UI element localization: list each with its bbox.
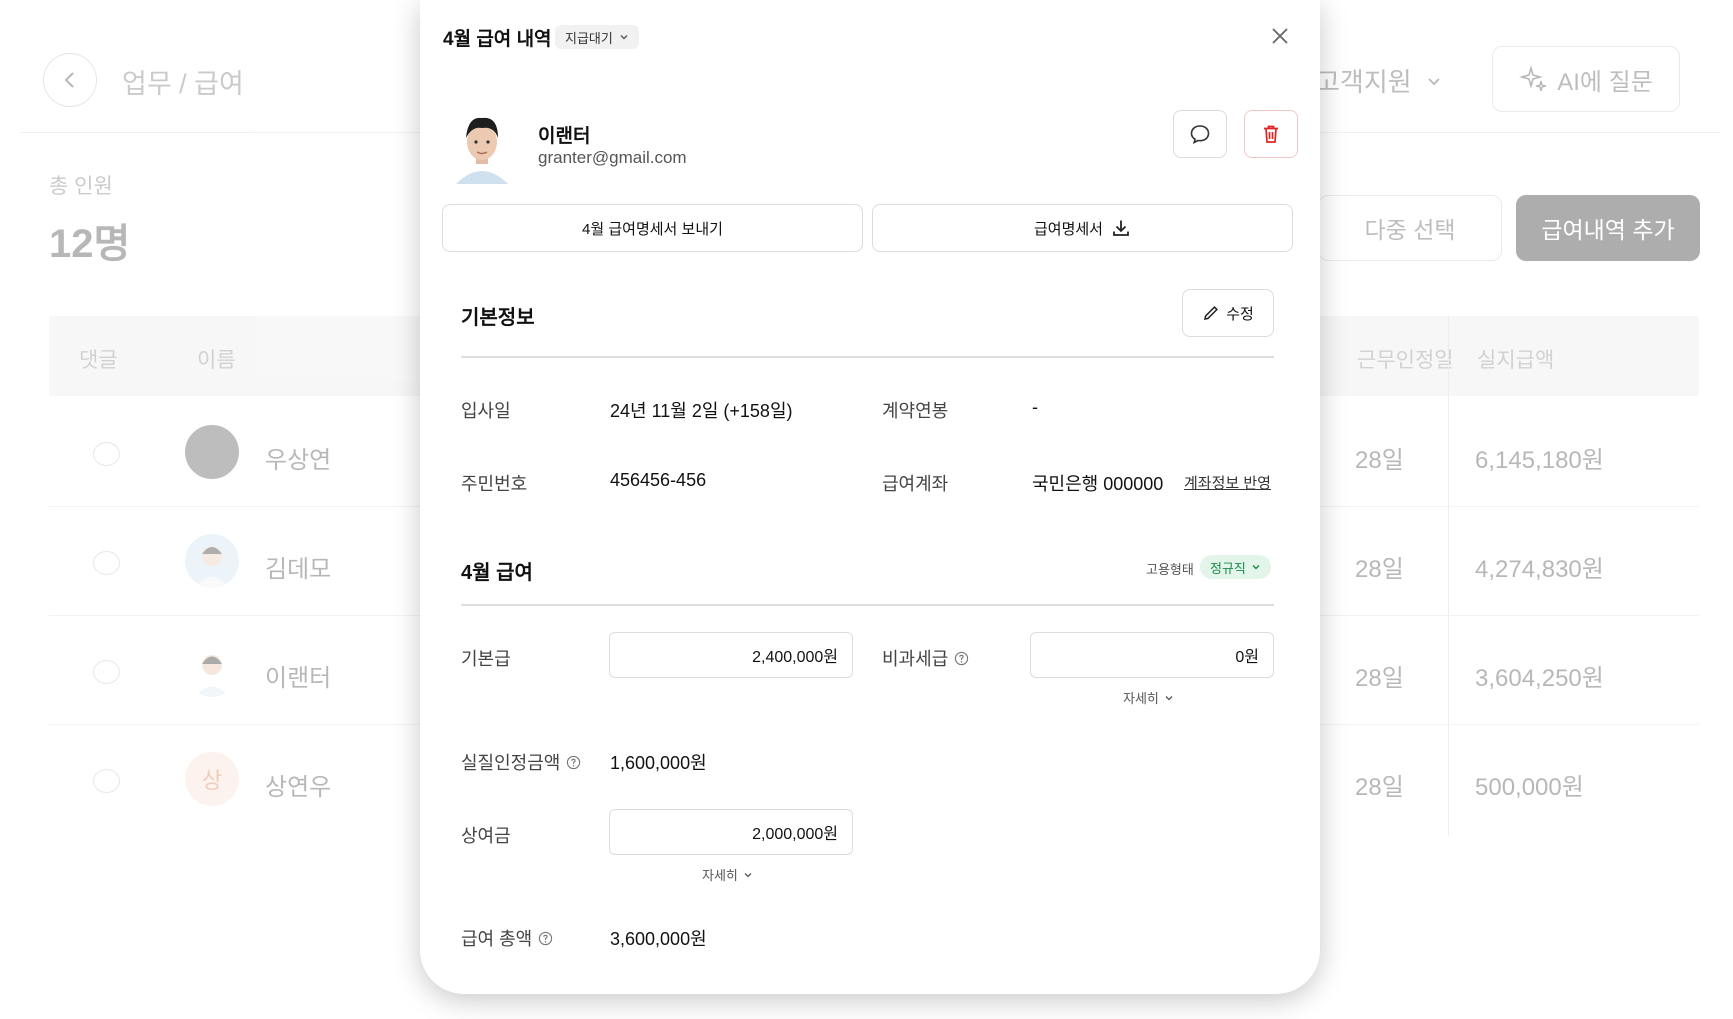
comment-icon[interactable] — [93, 551, 120, 575]
base-pay-input[interactable]: 2,400,000원 — [609, 632, 853, 678]
hire-date-label: 입사일 — [461, 401, 511, 421]
sparkle-icon — [1519, 65, 1547, 92]
work-days: 28일 — [1355, 447, 1404, 474]
comment-icon[interactable] — [93, 660, 120, 684]
total-pay-label-text: 급여 총액 — [461, 929, 533, 949]
edit-button[interactable]: 수정 — [1182, 289, 1274, 337]
chevron-left-icon — [64, 72, 74, 88]
section-divider — [461, 604, 1274, 606]
salary-account-value: 국민은행 000000 — [1032, 474, 1164, 494]
employee-name: 이랜터 — [538, 126, 591, 147]
comment-icon[interactable] — [93, 769, 120, 793]
nontax-input[interactable]: 0원 — [1030, 632, 1274, 678]
contract-salary-value: - — [1032, 397, 1038, 417]
chevron-down-icon — [1252, 565, 1260, 570]
base-pay-label: 기본급 — [461, 649, 511, 669]
employee-name: 김데모 — [265, 556, 332, 583]
person-icon — [195, 546, 229, 588]
work-days: 28일 — [1355, 774, 1404, 801]
modal-title: 4월 급여 내역 — [443, 29, 552, 50]
avatar — [185, 425, 239, 479]
resident-number-label: 주민번호 — [461, 474, 528, 494]
help-icon[interactable] — [954, 651, 969, 666]
download-payslip-button[interactable]: 급여명세서 — [872, 204, 1293, 252]
total-pay-value: 3,600,000원 — [610, 929, 707, 949]
bonus-detail-toggle[interactable]: 자세히 — [702, 865, 753, 884]
employment-type-value: 정규직 — [1210, 560, 1246, 576]
multi-select-button[interactable]: 다중 선택 — [1318, 195, 1502, 261]
salary-account-label: 급여계좌 — [882, 474, 949, 494]
basic-info-title: 기본정보 — [461, 307, 535, 329]
chevron-down-icon — [744, 872, 752, 877]
back-button[interactable] — [43, 53, 97, 107]
chevron-down-icon — [620, 35, 628, 40]
payroll-detail-modal: 4월 급여 내역 지급대기 이랜터 granter@gmail.com 4월 급… — [420, 0, 1320, 994]
net-pay: 6,145,180원 — [1475, 447, 1604, 474]
net-pay: 4,274,830원 — [1475, 556, 1604, 583]
close-icon[interactable] — [1268, 24, 1292, 48]
actual-amount-value: 1,600,000원 — [610, 753, 707, 773]
total-pay-label: 급여 총액 — [461, 925, 553, 951]
section-divider — [461, 356, 1274, 358]
salary-section-title: 4월 급여 — [461, 562, 533, 584]
work-days: 28일 — [1355, 665, 1404, 692]
column-name: 이름 — [197, 349, 236, 372]
net-pay: 500,000원 — [1475, 774, 1584, 801]
work-days: 28일 — [1355, 556, 1404, 583]
avatar — [185, 643, 239, 697]
send-payslip-label: 4월 급여명세서 보내기 — [582, 220, 723, 238]
avatar — [185, 534, 239, 588]
employment-type-dropdown[interactable]: 정규직 — [1200, 555, 1271, 579]
contract-salary-label: 계약연봉 — [882, 401, 949, 421]
detail-label: 자세히 — [702, 868, 738, 883]
trash-icon — [1264, 125, 1278, 143]
employee-avatar — [450, 108, 514, 184]
download-payslip-label: 급여명세서 — [1033, 220, 1103, 238]
person-icon — [195, 655, 229, 697]
bonus-input[interactable]: 2,000,000원 — [609, 809, 853, 855]
delete-button[interactable] — [1244, 110, 1298, 158]
net-pay: 3,604,250원 — [1475, 665, 1604, 692]
help-icon[interactable] — [538, 931, 553, 946]
resident-number-value: 456456-456 — [610, 470, 707, 490]
support-menu[interactable]: 고객지원 — [1316, 62, 1442, 99]
nontax-detail-toggle[interactable]: 자세히 — [1123, 688, 1174, 707]
employment-type-label: 고용형태 — [1146, 562, 1194, 577]
nontax-label-text: 비과세급 — [882, 649, 949, 669]
column-comment: 댓글 — [79, 349, 118, 372]
apply-account-link[interactable]: 계좌정보 반영 — [1184, 472, 1271, 493]
employee-email: granter@gmail.com — [538, 148, 687, 167]
column-work-days: 근무인정일 — [1357, 349, 1454, 372]
actual-amount-label-text: 실질인정금액 — [461, 753, 561, 773]
ai-question-button[interactable]: AI에 질문 — [1492, 46, 1680, 112]
hire-date-value: 24년 11월 2일 (+158일) — [610, 401, 793, 421]
employee-name: 상연우 — [265, 774, 332, 801]
help-icon[interactable] — [566, 755, 581, 770]
support-label: 고객지원 — [1316, 67, 1412, 97]
avatar: 상 — [185, 752, 239, 806]
edit-label: 수정 — [1226, 305, 1254, 323]
chevron-down-icon — [1165, 695, 1173, 700]
column-net-pay: 실지급액 — [1477, 349, 1555, 372]
bonus-label: 상여금 — [461, 826, 511, 846]
comment-icon[interactable] — [93, 442, 120, 466]
add-payroll-button[interactable]: 급여내역 추가 — [1516, 195, 1700, 261]
comment-button[interactable] — [1173, 110, 1227, 158]
ai-label: AI에 질문 — [1557, 68, 1653, 96]
employee-name: 우상연 — [265, 447, 332, 474]
total-value: 12명 — [49, 222, 131, 266]
employee-name: 이랜터 — [265, 665, 332, 692]
download-icon — [1113, 220, 1129, 236]
status-label: 지급대기 — [565, 30, 613, 46]
send-payslip-button[interactable]: 4월 급여명세서 보내기 — [442, 204, 863, 252]
detail-label: 자세히 — [1123, 691, 1159, 706]
chevron-down-icon — [1428, 77, 1440, 85]
nontax-label: 비과세급 — [882, 645, 969, 671]
status-dropdown[interactable]: 지급대기 — [555, 25, 639, 49]
pencil-icon — [1204, 306, 1219, 320]
comment-icon — [1190, 125, 1210, 145]
total-label: 총 인원 — [49, 175, 113, 198]
breadcrumb: 업무 / 급여 — [122, 69, 244, 99]
actual-amount-label: 실질인정금액 — [461, 749, 581, 775]
